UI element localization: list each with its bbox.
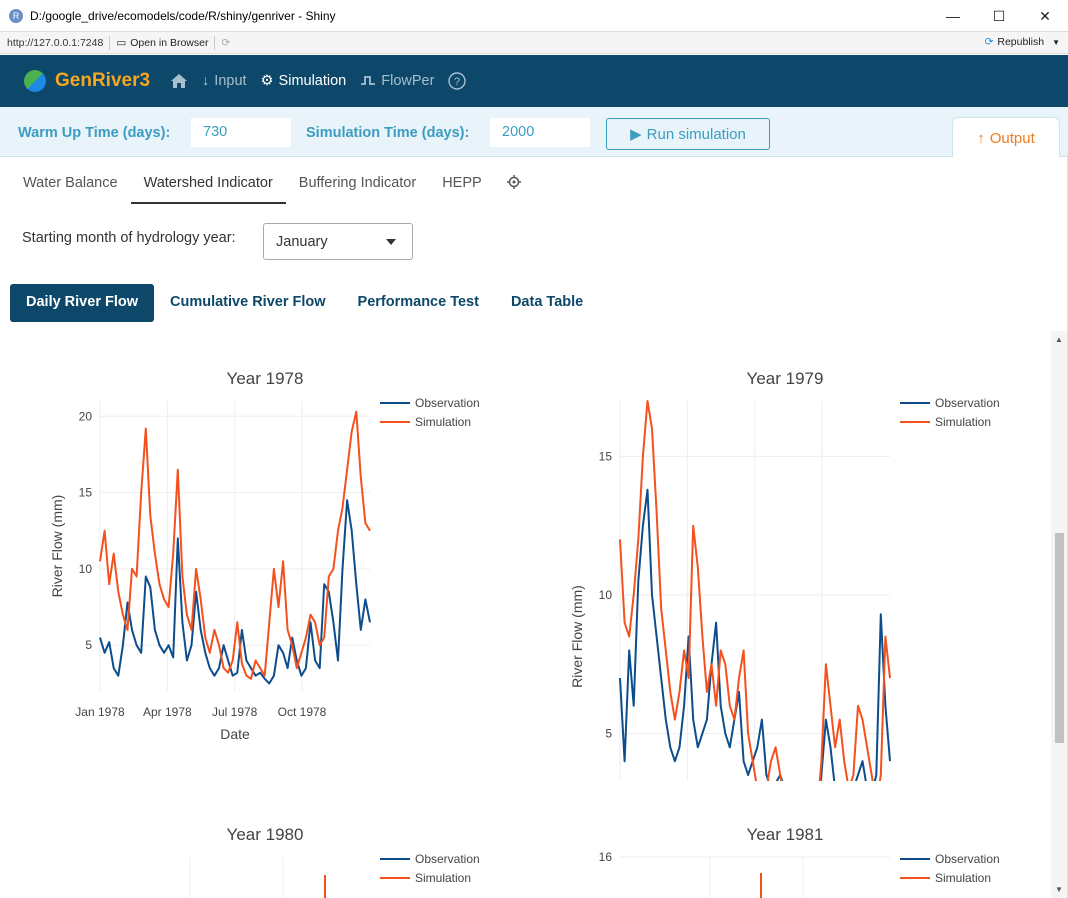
warmup-input[interactable]: 730: [191, 118, 291, 147]
window-titlebar: R D:/google_drive/ecomodels/code/R/shiny…: [0, 0, 1068, 32]
scroll-down-icon[interactable]: ▼: [1055, 885, 1063, 894]
chart-pill-tabs: Daily River Flow Cumulative River Flow P…: [10, 284, 599, 322]
x-tick-label: Jul 1978: [212, 705, 258, 719]
month-label: Starting month of hydrology year:: [22, 230, 236, 246]
legend-label: Observation: [415, 396, 480, 410]
url-text: http://127.0.0.1:7248: [7, 36, 104, 49]
output-panel: Water Balance Watershed Indicator Buffer…: [0, 157, 1068, 898]
chart-year-1978: Year 1978 Jan 1978 Apr 1978 Jul 1978 Oct 19…: [0, 331, 520, 781]
output-tab[interactable]: ↑ Output: [952, 117, 1060, 158]
tab-watershed-indicator[interactable]: Watershed Indicator: [130, 165, 286, 204]
arrow-down-icon: ↓: [202, 73, 210, 89]
nav-input-label: Input: [214, 73, 247, 89]
nav-home[interactable]: [170, 73, 188, 89]
minimize-icon[interactable]: —: [930, 0, 976, 32]
y-tick-label: 5: [605, 726, 612, 740]
simtime-input[interactable]: 2000: [490, 118, 590, 147]
home-icon: [171, 74, 188, 88]
play-icon: ▶: [630, 126, 642, 143]
brand-title[interactable]: GenRiver3: [55, 70, 150, 92]
chart-title: Year 1981: [746, 825, 824, 844]
charts-scroll-area[interactable]: Year 1978 Jan 1978 Apr 1978 Jul 1978 Oct 19…: [0, 331, 1050, 898]
chart-year-1980: Year 1980 Observation Simulation: [0, 787, 520, 898]
republish-button[interactable]: ⟳ Republish ▼: [985, 36, 1060, 48]
subtab-bar: Water Balance Watershed Indicator Buffer…: [10, 165, 533, 204]
run-simulation-button[interactable]: ▶ Run simulation: [606, 118, 770, 150]
r-app-icon: R: [9, 8, 23, 23]
crosshair-icon[interactable]: [495, 165, 533, 204]
legend-label: Observation: [415, 852, 480, 866]
run-simulation-label: Run simulation: [646, 125, 746, 143]
nav-flowper-label: FlowPer: [381, 73, 435, 89]
close-icon[interactable]: ✕: [1022, 0, 1068, 32]
gears-icon: ⚙: [260, 73, 274, 89]
tab-buffering-indicator[interactable]: Buffering Indicator: [286, 165, 429, 204]
open-in-browser-label: Open in Browser: [130, 36, 209, 49]
legend-label: Observation: [935, 396, 1000, 410]
republish-label: Republish: [997, 36, 1045, 48]
maximize-icon[interactable]: ☐: [976, 0, 1022, 32]
chevron-down-icon: ▼: [1052, 37, 1060, 47]
y-axis-label: River Flow (mm): [49, 495, 65, 598]
refresh-icon[interactable]: ⟳: [221, 37, 230, 49]
y-tick-label: 10: [79, 562, 93, 576]
month-select-value: January: [276, 234, 328, 250]
x-tick-label: Apr 1978: [143, 705, 192, 719]
legend-label: Simulation: [935, 415, 991, 429]
scroll-up-icon[interactable]: ▲: [1055, 335, 1063, 344]
plot-svg[interactable]: Jan 1978 Apr 1978 Jul 1978 Oct 1978 5 10 15 20 D…: [0, 331, 520, 781]
pill-cumulative-river-flow[interactable]: Cumulative River Flow: [154, 284, 342, 322]
arrow-up-icon: ↑: [977, 129, 985, 147]
x-tick-label: Oct 1978: [278, 705, 327, 719]
pill-daily-river-flow[interactable]: Daily River Flow: [10, 284, 155, 322]
y-tick-label: 16: [599, 850, 613, 864]
y-tick-label: 15: [599, 449, 613, 463]
pill-performance-test[interactable]: Performance Test: [342, 284, 495, 322]
open-in-browser-button[interactable]: ▭ Open in Browser: [116, 37, 208, 49]
plot-svg[interactable]: Jan 1979Apr 1979Jul 1979Oct 1979051015Da…: [520, 331, 1040, 898]
address-bar: http://127.0.0.1:7248 ▭ Open in Browser …: [0, 32, 1068, 54]
y-tick-label: 20: [79, 409, 93, 423]
chart-title: Year 1978: [226, 369, 304, 388]
nav-simulation-label: Simulation: [278, 73, 347, 89]
pulse-icon: [361, 76, 376, 85]
pill-data-table[interactable]: Data Table: [495, 284, 599, 322]
legend-label: Simulation: [935, 871, 991, 885]
y-tick-label: 5: [85, 638, 92, 652]
nav-flowper[interactable]: FlowPer: [360, 73, 434, 89]
nav-simulation[interactable]: ⚙ Simulation: [261, 73, 347, 89]
month-select[interactable]: January: [263, 223, 413, 260]
browser-icon: ▭: [116, 36, 127, 49]
x-tick-label: Jan 1978: [75, 705, 125, 719]
chart-year-1979: Year 1979 Jan 1979Apr 1979Jul 1979Oct 19…: [520, 331, 1040, 898]
help-icon[interactable]: ?: [448, 72, 467, 90]
tab-water-balance[interactable]: Water Balance: [10, 165, 131, 204]
republish-icon: ⟳: [984, 36, 994, 48]
nav-input[interactable]: ↓ Input: [202, 73, 247, 89]
chart-title: Year 1980: [226, 825, 304, 844]
x-axis-label: Date: [220, 726, 250, 742]
warmup-label: Warm Up Time (days):: [18, 125, 171, 141]
chart-year-1981: Year 1981 16 Observation Simulation: [520, 787, 1040, 898]
simtime-label: Simulation Time (days):: [306, 125, 470, 141]
legend-label: Simulation: [415, 871, 471, 885]
window-title: D:/google_drive/ecomodels/code/R/shiny/g…: [30, 8, 336, 23]
legend-label: Simulation: [415, 415, 471, 429]
legend-label: Observation: [935, 852, 1000, 866]
output-tab-label: Output: [989, 129, 1035, 147]
genriver-logo-icon: [24, 70, 46, 92]
y-axis-label: River Flow (mm): [569, 585, 585, 688]
svg-text:?: ?: [454, 76, 460, 88]
y-tick-label: 15: [79, 486, 93, 500]
tab-hepp[interactable]: HEPP: [429, 165, 495, 204]
caret-down-icon: [386, 239, 396, 245]
top-navbar: GenRiver3 ↓ Input ⚙ Simulation FlowPer ?: [0, 55, 1068, 107]
chart-title: Year 1979: [746, 369, 824, 388]
y-tick-label: 10: [599, 588, 613, 602]
scrollbar[interactable]: ▲ ▼: [1051, 331, 1067, 898]
control-bar: Warm Up Time (days): 730 Simulation Time…: [0, 107, 1068, 158]
scrollbar-thumb[interactable]: [1055, 533, 1064, 743]
